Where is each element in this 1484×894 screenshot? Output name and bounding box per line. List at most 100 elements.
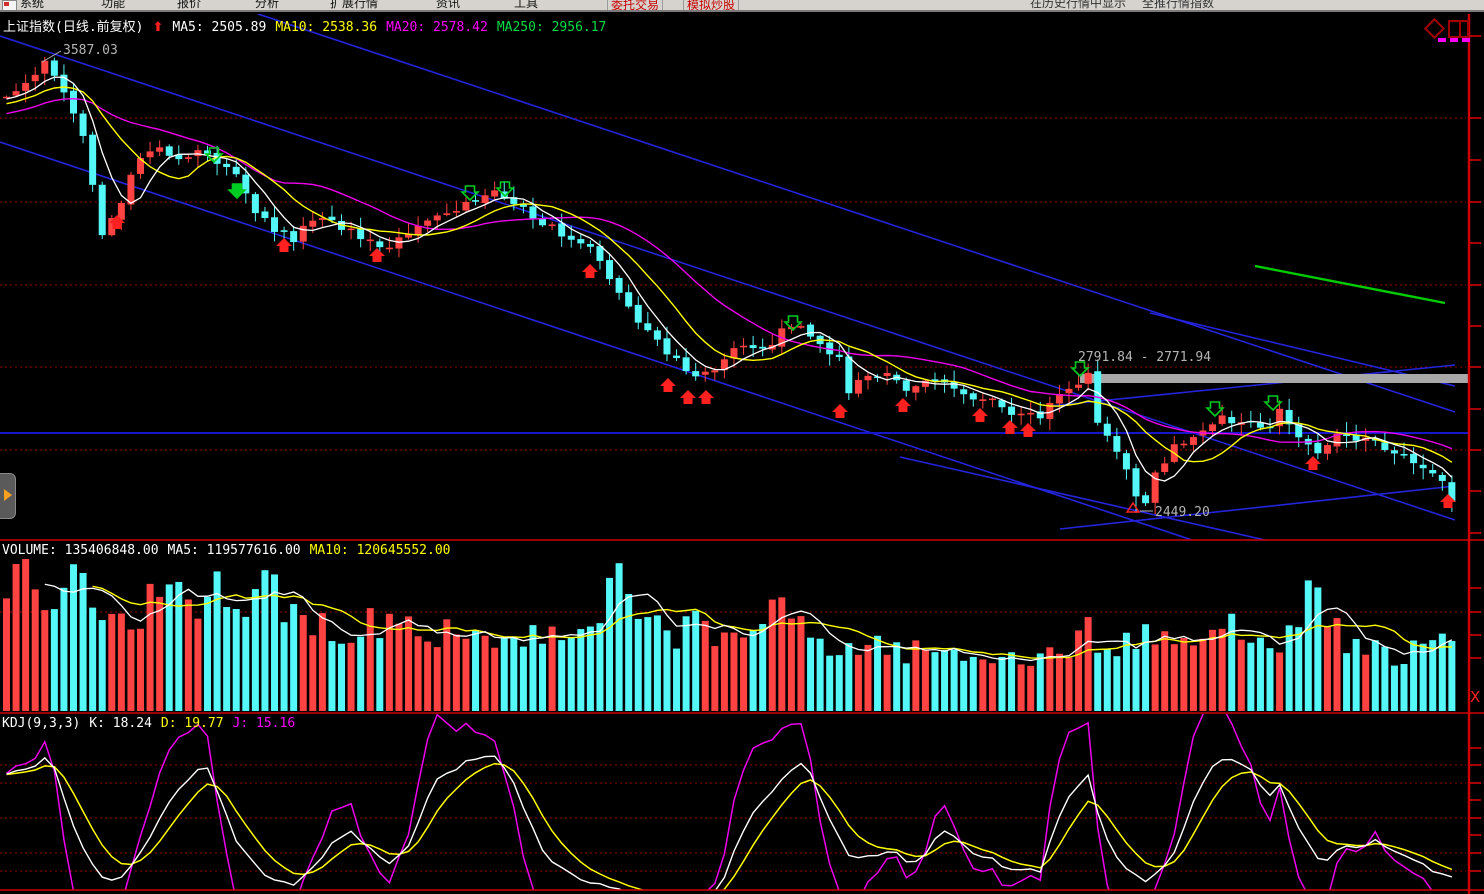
candle-body <box>835 354 843 358</box>
volume-bar <box>1161 631 1169 711</box>
up-arrow-icon: ⬆ <box>152 20 164 35</box>
volume-bar <box>720 632 728 711</box>
volume-bar <box>615 563 623 711</box>
volume-bar <box>357 636 365 711</box>
volume-bar <box>165 584 173 711</box>
volume-bar <box>1304 580 1312 711</box>
volume-bar <box>519 646 527 711</box>
volume-bar <box>1151 644 1159 711</box>
volume-bar <box>941 650 949 711</box>
volume-bar <box>931 652 939 711</box>
gridlines <box>0 117 1466 872</box>
candle-body <box>1017 413 1025 416</box>
volume-bar <box>1419 643 1427 711</box>
volume-bars <box>3 559 1456 711</box>
volume-bar <box>711 646 719 711</box>
candle-body <box>462 201 470 211</box>
candle-body <box>960 389 968 395</box>
volume-bar <box>242 616 250 711</box>
candle-body <box>682 357 690 372</box>
volume-bar <box>510 636 518 711</box>
volume-bar <box>175 581 183 711</box>
trough-price-label: 2449.20 <box>1155 505 1210 520</box>
window-box-icon[interactable] <box>1448 20 1469 38</box>
volume-bar <box>854 654 862 711</box>
candle-body <box>1314 442 1322 454</box>
candle-body <box>653 330 661 340</box>
volume-bar <box>653 615 661 711</box>
candle-body <box>1256 422 1264 428</box>
candle-body <box>902 380 910 391</box>
magenta-dash-icon <box>1462 38 1470 42</box>
volume-bar <box>1027 665 1035 711</box>
sidebar-expand-tab[interactable] <box>0 473 16 519</box>
volume-bar <box>1199 638 1207 711</box>
volume-label: VOLUME: 135406848.00 <box>2 543 159 558</box>
volume-bar <box>1381 646 1389 711</box>
volume-bar <box>577 629 585 711</box>
volume-bar <box>787 618 795 711</box>
candle-body <box>146 151 154 158</box>
buy-signal-arrow-icon <box>698 390 714 404</box>
candle-body <box>472 200 480 202</box>
candle-body <box>529 206 537 219</box>
volume-bar <box>845 643 853 711</box>
volume-bar <box>912 640 920 711</box>
candle-body <box>22 82 30 91</box>
candle-body <box>347 228 355 231</box>
candle-body <box>740 345 748 348</box>
candle-body <box>31 74 39 82</box>
volume-bar <box>807 637 815 711</box>
volume-bar <box>70 564 78 711</box>
candle-body <box>1113 436 1121 452</box>
candle-body <box>701 371 709 375</box>
volume-bar <box>969 656 977 711</box>
candle-body <box>988 398 996 401</box>
volume-bar <box>41 610 49 711</box>
candle-body <box>452 211 460 213</box>
candle-body <box>309 220 317 227</box>
candle-body <box>1075 384 1083 388</box>
candle-body <box>194 150 202 157</box>
volume-bar <box>1017 664 1025 711</box>
candle-body <box>625 292 633 307</box>
chart-canvas <box>0 14 1484 894</box>
buy-signal-arrow-icon <box>1020 423 1036 437</box>
volume-bar <box>1448 640 1456 711</box>
volume-bar <box>960 660 968 711</box>
volume-bar <box>1055 653 1063 711</box>
volume-bar <box>433 647 441 711</box>
candle-body <box>12 91 20 96</box>
volume-bar <box>338 643 346 711</box>
volume-bar <box>979 659 987 711</box>
candle-body <box>1065 388 1073 394</box>
candle-body <box>883 372 891 376</box>
buy-signal-arrow-icon <box>680 390 696 404</box>
volume-bar <box>950 649 958 711</box>
volume-bar <box>31 589 39 711</box>
volume-bar <box>1094 652 1102 711</box>
candle-body <box>548 224 556 227</box>
candle-body <box>156 147 164 152</box>
volume-bar <box>1065 657 1073 711</box>
volume-bar <box>778 597 786 711</box>
candle-body <box>1429 469 1437 474</box>
candle-body <box>577 239 585 244</box>
candle-body <box>251 194 259 214</box>
volume-bar <box>318 613 326 711</box>
volume-bar <box>1170 644 1178 711</box>
candle-body <box>89 134 97 185</box>
volume-pane-close-button[interactable]: X <box>1470 688 1480 706</box>
candle-body <box>357 228 365 240</box>
candle-body <box>1122 453 1130 470</box>
gap-zone-bar <box>1080 374 1468 383</box>
candles <box>3 57 1456 515</box>
volume-bar <box>98 620 106 711</box>
volume-bar <box>3 598 10 711</box>
candle-body <box>376 241 384 248</box>
volume-bar <box>797 616 805 711</box>
candle-body <box>864 375 872 381</box>
trendlines <box>0 14 1468 540</box>
volume-bar <box>452 634 460 711</box>
peak-price-label: 3587.03 <box>63 43 118 58</box>
